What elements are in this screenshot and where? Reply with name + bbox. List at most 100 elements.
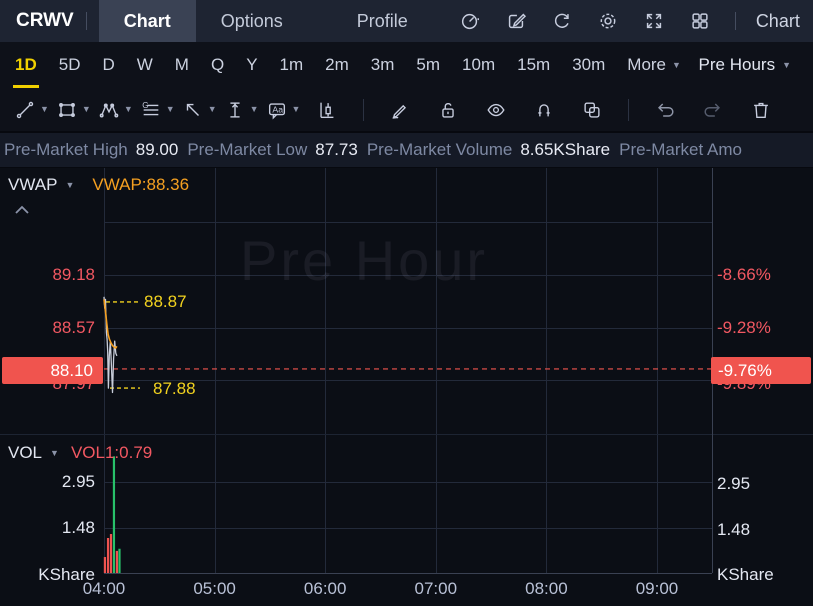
rectangle-icon bbox=[55, 98, 79, 122]
premarket-info-bar: Pre-Market High 89.00 Pre-Market Low 87.… bbox=[0, 131, 813, 168]
volume-bar bbox=[118, 549, 120, 573]
svg-text:Aa: Aa bbox=[272, 104, 283, 114]
chevron-down-icon: ▼ bbox=[40, 105, 49, 114]
chevron-down-icon: ▼ bbox=[782, 61, 791, 70]
timeframe-1m[interactable]: 1m bbox=[269, 42, 315, 88]
unlock-icon bbox=[436, 98, 460, 122]
tab-profile[interactable]: Profile bbox=[332, 0, 433, 42]
gauge-icon[interactable] bbox=[458, 9, 482, 33]
wave-pattern-tool[interactable]: ▼ bbox=[97, 98, 133, 122]
chart-canvas-area[interactable]: Pre Hour VWAP ▼ VWAP:88.36 VOL ▼ VOL1:0.… bbox=[0, 168, 813, 606]
zigzag-wave-icon bbox=[97, 98, 121, 122]
timeframe-3m[interactable]: 3m bbox=[360, 42, 406, 88]
timeframe-month[interactable]: M bbox=[164, 42, 200, 88]
timeframe-10m[interactable]: 10m bbox=[451, 42, 506, 88]
annotate-icon[interactable] bbox=[504, 9, 528, 33]
merge-scales-tool[interactable] bbox=[580, 98, 604, 122]
chevron-down-icon: ▼ bbox=[82, 105, 91, 114]
timeframe-15m[interactable]: 15m bbox=[506, 42, 561, 88]
vwap-indicator-name[interactable]: VWAP bbox=[8, 175, 57, 195]
eye-icon bbox=[484, 98, 508, 122]
lock-drawings-tool[interactable] bbox=[436, 98, 460, 122]
layout-grid-icon[interactable] bbox=[688, 9, 712, 33]
session-selector[interactable]: Pre Hours ▼ bbox=[699, 55, 813, 75]
timeframe-quarter[interactable]: Q bbox=[200, 42, 235, 88]
current-price-badge: 88.10 bbox=[2, 357, 103, 384]
svg-text:G: G bbox=[142, 101, 148, 110]
candlestick-pattern-tool[interactable] bbox=[315, 98, 339, 122]
undo-button[interactable] bbox=[653, 98, 677, 122]
nav-icon-group bbox=[447, 9, 723, 33]
session-high-marker: 88.87 bbox=[144, 292, 187, 312]
collapse-pane-button[interactable] bbox=[13, 204, 31, 216]
gann-tool[interactable]: G ▼ bbox=[139, 98, 175, 122]
volume-indicator-name[interactable]: VOL bbox=[8, 443, 42, 463]
tab-options[interactable]: Options bbox=[196, 0, 308, 42]
text-bubble-icon: Aa bbox=[265, 98, 289, 122]
volume-bar bbox=[113, 456, 115, 573]
trash-icon bbox=[749, 98, 773, 122]
redo-icon bbox=[701, 98, 725, 122]
draw-mode-tool[interactable] bbox=[388, 98, 412, 122]
arrow-up-left-icon bbox=[181, 98, 205, 122]
measure-tool[interactable]: ▼ bbox=[223, 98, 259, 122]
trend-line-tool[interactable]: ▼ bbox=[13, 98, 49, 122]
premarket-volume-label: Pre-Market Volume bbox=[367, 140, 513, 160]
current-change-badge: -9.76% bbox=[711, 357, 811, 384]
delete-drawings-button[interactable] bbox=[749, 98, 773, 122]
overlap-squares-icon bbox=[580, 98, 604, 122]
premarket-high-label: Pre-Market High bbox=[4, 140, 128, 160]
timeframe-1d[interactable]: 1D bbox=[4, 42, 48, 88]
timeframe-week[interactable]: W bbox=[126, 42, 164, 88]
timeframe-5m[interactable]: 5m bbox=[405, 42, 451, 88]
visibility-tool[interactable] bbox=[484, 98, 508, 122]
volume-bar bbox=[116, 551, 118, 573]
volume-bar bbox=[107, 538, 109, 573]
fullscreen-icon[interactable] bbox=[642, 9, 666, 33]
vwap-value: VWAP:88.36 bbox=[92, 175, 189, 195]
panel-title-chart: Chart bbox=[748, 11, 800, 32]
chevron-down-icon: ▼ bbox=[208, 105, 217, 114]
vertical-measure-icon bbox=[223, 98, 247, 122]
premarket-low-label: Pre-Market Low bbox=[187, 140, 307, 160]
timeframe-bar: 1D 5D D W M Q Y 1m 2m 3m 5m 10m 15m 30m … bbox=[0, 42, 813, 88]
session-label: Pre Hours bbox=[699, 55, 776, 75]
volume-value: VOL1:0.79 bbox=[71, 443, 152, 463]
undo-icon bbox=[653, 98, 677, 122]
magnet-tool[interactable] bbox=[532, 98, 556, 122]
volume-bar bbox=[110, 534, 112, 573]
timeframe-2m[interactable]: 2m bbox=[314, 42, 360, 88]
timeframe-year[interactable]: Y bbox=[235, 42, 268, 88]
arrow-tool[interactable]: ▼ bbox=[181, 98, 217, 122]
pencil-icon bbox=[388, 98, 412, 122]
nav-divider bbox=[735, 12, 736, 30]
price-volume-chart[interactable] bbox=[0, 168, 813, 606]
toolbar-divider bbox=[363, 99, 364, 121]
timeframe-5d[interactable]: 5D bbox=[48, 42, 92, 88]
chevron-down-icon[interactable]: ▼ bbox=[65, 181, 74, 190]
timeframe-30m[interactable]: 30m bbox=[561, 42, 616, 88]
redo-button[interactable] bbox=[701, 98, 725, 122]
chevron-down-icon: ▼ bbox=[124, 105, 133, 114]
refresh-icon[interactable] bbox=[550, 9, 574, 33]
volume-bar bbox=[104, 557, 106, 573]
tab-chart[interactable]: Chart bbox=[99, 0, 196, 42]
volume-unit-left: KShare bbox=[30, 565, 95, 585]
trading-app-window: { "navbar": { "ticker": "CRWV", "tabs": … bbox=[0, 0, 813, 606]
vwap-indicator-row: VWAP ▼ VWAP:88.36 bbox=[8, 175, 189, 195]
chevron-down-icon[interactable]: ▼ bbox=[50, 449, 59, 458]
premarket-high-value: 89.00 bbox=[136, 140, 179, 160]
top-nav-bar: CRWV Chart Options Profile bbox=[0, 0, 813, 42]
nav-divider bbox=[86, 12, 87, 30]
timeframe-more-dropdown[interactable]: More ▼ bbox=[616, 55, 692, 75]
shape-tool[interactable]: ▼ bbox=[55, 98, 91, 122]
settings-gear-icon[interactable] bbox=[596, 9, 620, 33]
trend-line-icon bbox=[13, 98, 37, 122]
candlestick-pattern-icon bbox=[315, 98, 339, 122]
text-annotation-tool[interactable]: Aa ▼ bbox=[265, 98, 301, 122]
ticker-symbol: CRWV bbox=[0, 10, 74, 32]
more-label: More bbox=[627, 55, 666, 75]
chevron-down-icon: ▼ bbox=[672, 61, 681, 70]
timeframe-day[interactable]: D bbox=[91, 42, 125, 88]
volume-unit-right: KShare bbox=[717, 565, 774, 585]
